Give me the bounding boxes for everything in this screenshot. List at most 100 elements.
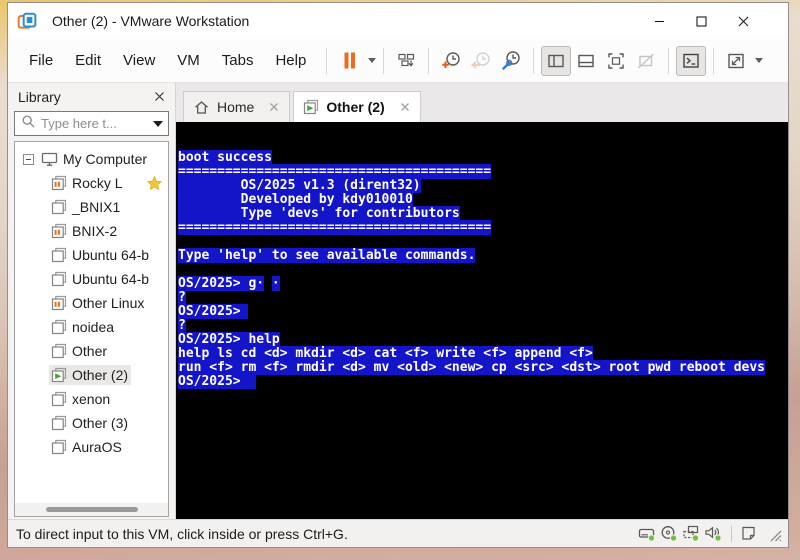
vmware-window: Other (2) - VMware Workstation File Edit V… [7, 2, 789, 548]
tree-item-label: My Computer [63, 151, 148, 167]
toolbar-separator [428, 47, 430, 74]
vm-paused-icon [51, 295, 67, 311]
tab-label: Home [217, 99, 255, 115]
vm-off-icon [51, 271, 67, 287]
library-panel: Library Type here t... My Computer Rocky … [8, 83, 176, 519]
scrollbar-thumb[interactable] [45, 507, 138, 512]
console-line: boot success [178, 150, 272, 165]
tab-home[interactable]: Home [183, 91, 291, 122]
tree-item-noidea[interactable]: noidea [15, 315, 168, 339]
stretch-button[interactable] [721, 46, 751, 76]
revert-snapshot-button[interactable] [466, 46, 496, 76]
console-line: OS/2025> g· · [178, 276, 280, 291]
tree-item-label: Ubuntu 64-b [72, 271, 150, 287]
tree-item-label: Other Linux [72, 295, 145, 311]
toolbar-separator [713, 47, 715, 74]
tab-close-icon[interactable] [399, 101, 411, 113]
vm-off-icon [51, 439, 67, 455]
menu-vm[interactable]: VM [166, 46, 211, 75]
vm-off-icon [51, 343, 67, 359]
vm-tree: My Computer Rocky L _BNIX1 BNIX-2 Ubuntu 64-… [15, 142, 168, 503]
vm-off-icon [51, 247, 67, 263]
desktop-wallpaper: Other (2) - VMware Workstation File Edit V… [0, 0, 800, 560]
tree-item-xenon[interactable]: xenon [15, 387, 168, 411]
vm-paused-icon [51, 223, 67, 239]
status-device-icons [638, 525, 782, 542]
message-log-icon[interactable] [740, 525, 757, 542]
tree-item-ubuntu-64-b[interactable]: Ubuntu 64-b [15, 243, 168, 267]
console-line: ? [178, 290, 186, 305]
menu-file[interactable]: File [18, 46, 64, 75]
titlebar[interactable]: Other (2) - VMware Workstation [8, 3, 788, 39]
tree-item-other[interactable]: Other [15, 339, 168, 363]
console-line: ======================================== [178, 220, 492, 235]
library-close-icon[interactable] [153, 90, 166, 103]
vm-area: Home Other (2) boot success ==============… [176, 83, 788, 519]
maximize-button[interactable] [680, 4, 722, 38]
tree-item-rocky-l[interactable]: Rocky L [15, 171, 168, 195]
tree-item-bnix1[interactable]: _BNIX1 [15, 195, 168, 219]
tree-item-other-2[interactable]: Other (2) [15, 363, 168, 387]
computer-icon [41, 151, 58, 167]
cd-dvd-icon[interactable] [660, 525, 679, 542]
collapse-icon[interactable] [23, 153, 34, 165]
toolbar-separator [383, 47, 385, 74]
console-line: ======================================== [178, 164, 492, 179]
tree-item-label: Other [72, 343, 108, 359]
snapshot-manager-button[interactable] [496, 46, 526, 76]
console-line: OS/2025 v1.3 (dirent32) [178, 178, 421, 193]
tab-other-2[interactable]: Other (2) [293, 91, 421, 122]
stretch-dropdown-icon[interactable] [755, 58, 764, 63]
library-header: Library [8, 83, 175, 110]
tab-close-icon[interactable] [268, 101, 280, 113]
tree-item-my-computer[interactable]: My Computer [15, 147, 168, 171]
menu-edit[interactable]: Edit [64, 46, 112, 75]
toolbar [319, 45, 764, 76]
vm-running-icon [51, 367, 67, 383]
menu-help[interactable]: Help [264, 46, 317, 75]
close-button[interactable] [722, 4, 764, 38]
vm-off-icon [51, 319, 67, 335]
hard-disk-icon[interactable] [638, 525, 657, 542]
tree-horizontal-scrollbar[interactable] [15, 503, 168, 516]
search-input[interactable]: Type here t... [14, 111, 169, 136]
vm-off-icon [51, 391, 67, 407]
tree-item-ubuntu-64-b[interactable]: Ubuntu 64-b [15, 267, 168, 291]
home-icon [193, 99, 210, 116]
tree-item-other-3[interactable]: Other (3) [15, 411, 168, 435]
network-adapter-icon[interactable] [682, 525, 701, 542]
tree-item-auraos[interactable]: AuraOS [15, 435, 168, 459]
console-line: Developed by kdy010010 [178, 192, 413, 207]
console-line: help ls cd <d> mkdir <d> cat <f> write <… [178, 346, 593, 361]
fullscreen-button[interactable] [601, 46, 631, 76]
ctrl-alt-del-button[interactable] [391, 46, 421, 76]
window-controls [638, 4, 764, 38]
favorite-star-icon[interactable] [147, 175, 162, 191]
tree-item-bnix-2[interactable]: BNIX-2 [15, 219, 168, 243]
show-thumbnails-button[interactable] [571, 46, 601, 76]
suspend-button[interactable] [334, 46, 364, 76]
window-title: Other (2) - VMware Workstation [52, 13, 250, 29]
suspend-dropdown-icon[interactable] [368, 58, 377, 63]
console-view-button[interactable] [676, 45, 707, 76]
search-dropdown-icon[interactable] [153, 120, 163, 127]
vm-console-screen[interactable]: boot success ============================… [176, 122, 788, 519]
toolbar-separator [668, 47, 670, 74]
vm-off-icon [51, 415, 67, 431]
tree-item-label: Ubuntu 64-b [72, 247, 150, 263]
tab-label: Other (2) [326, 99, 385, 115]
tree-item-other-linux[interactable]: Other Linux [15, 291, 168, 315]
sound-icon[interactable] [704, 525, 723, 542]
vm-running-icon [303, 99, 319, 115]
tree-item-label: noidea [72, 319, 115, 335]
take-snapshot-button[interactable] [436, 46, 466, 76]
show-library-button[interactable] [541, 45, 572, 76]
resize-grip-icon[interactable] [766, 526, 782, 542]
minimize-button[interactable] [638, 4, 680, 38]
unity-button[interactable] [631, 46, 661, 76]
menu-tabs[interactable]: Tabs [211, 46, 265, 75]
menu-view[interactable]: View [112, 46, 166, 75]
tree-item-label: Rocky L [72, 175, 123, 191]
tree-item-label: Other (3) [72, 415, 129, 431]
